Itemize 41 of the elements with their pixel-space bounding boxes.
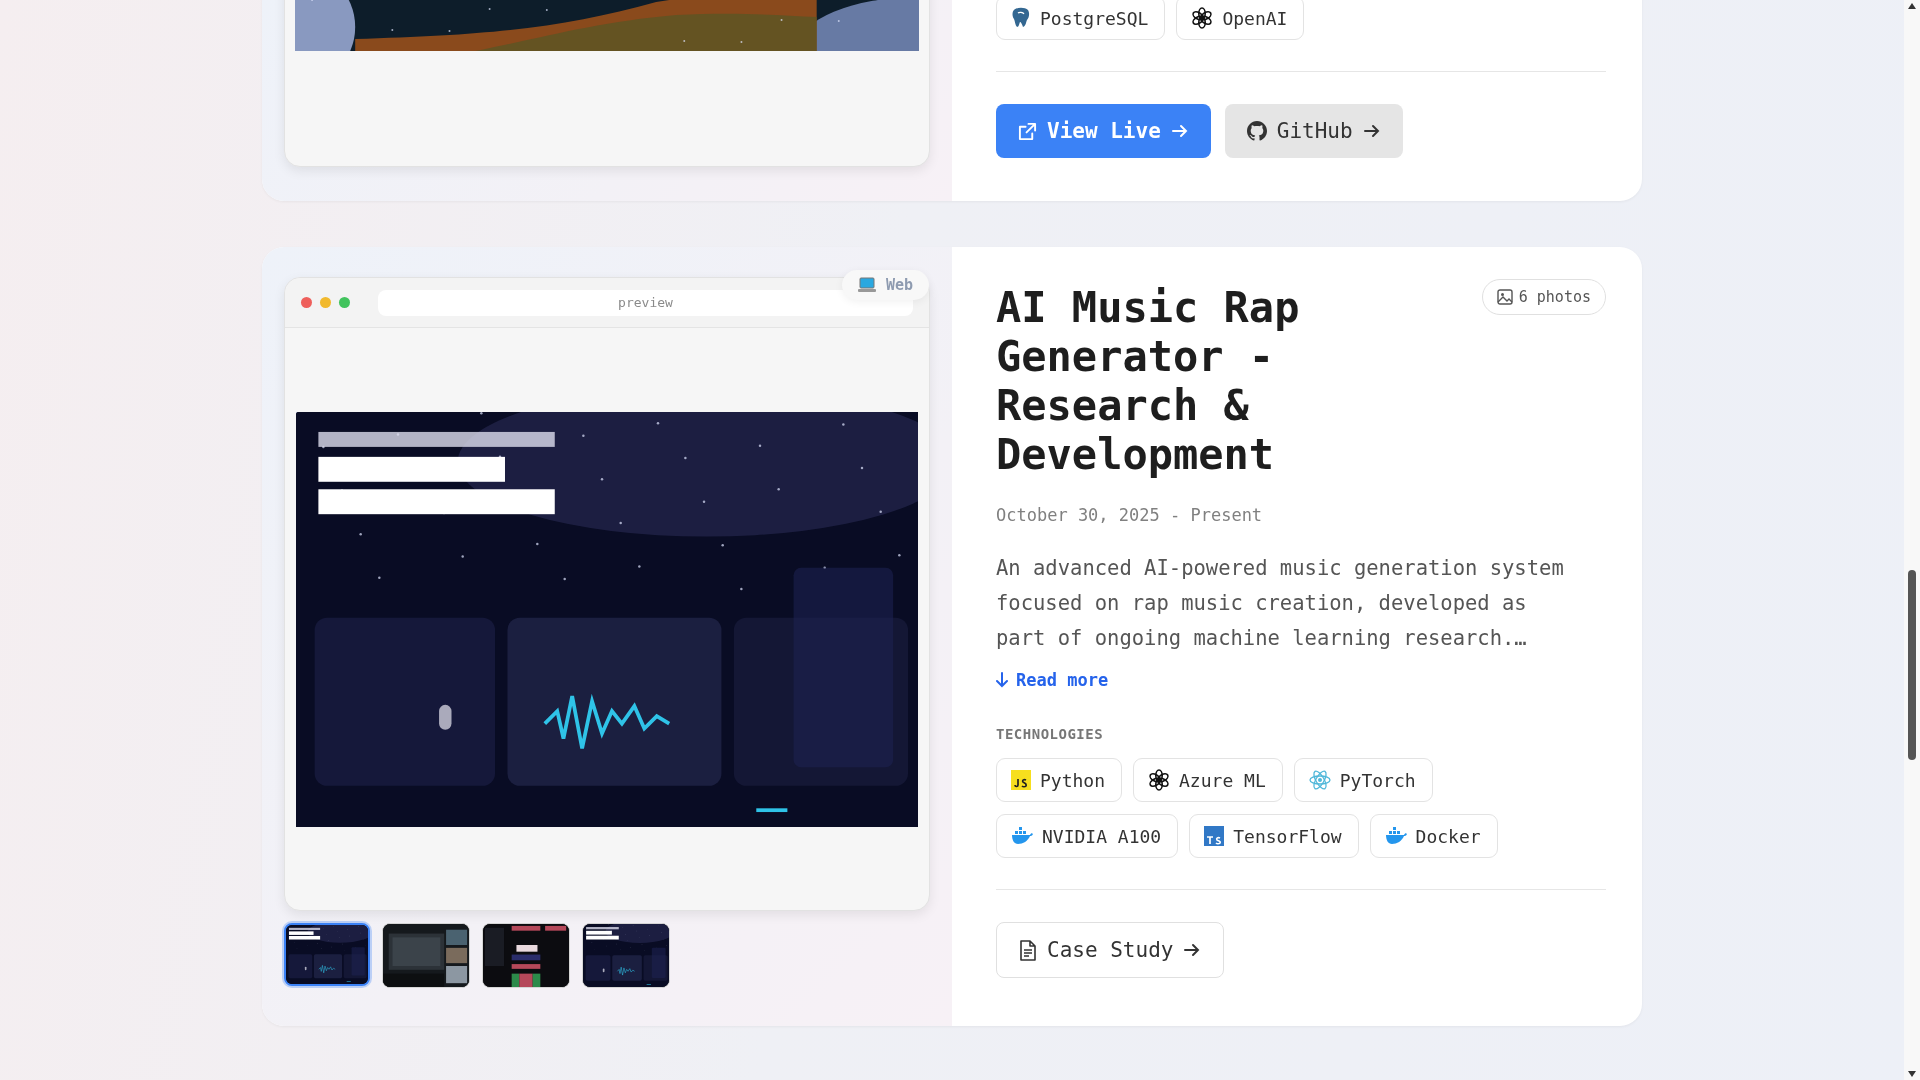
technology-name: TensorFlow: [1233, 825, 1342, 847]
window-control-dot[interactable]: [301, 297, 312, 308]
external-link-icon: [1018, 121, 1037, 141]
project-date: October 30, 2025 - Present: [996, 505, 1264, 525]
project-title: AI Music Rap Generator - Research & Development: [996, 283, 1301, 479]
scroll-down-icon[interactable]: [1908, 1071, 1916, 1077]
arrow-down-icon: [996, 672, 1008, 688]
scrollbar-thumb[interactable]: [1908, 570, 1916, 760]
address-bar: preview: [378, 289, 913, 316]
arrow-right-icon: [1362, 122, 1381, 140]
section-label: TECHNOLOGIES: [996, 726, 1105, 742]
whale-icon: [1011, 827, 1033, 845]
platform-badge: Web: [841, 270, 929, 300]
technology-name: Docker: [1415, 825, 1481, 847]
technology-name: PostgreSQL: [1040, 7, 1149, 29]
technology-name: Azure ML: [1179, 769, 1266, 791]
thumbnail[interactable]: [284, 923, 370, 986]
scroll-up-icon[interactable]: [1908, 3, 1916, 9]
github-button[interactable]: GitHub: [1224, 104, 1403, 158]
scrollbar[interactable]: [1904, 0, 1920, 1080]
case-study-button[interactable]: Case Study: [996, 922, 1225, 978]
whale-icon: [1384, 827, 1407, 845]
laptop-icon: [857, 277, 876, 293]
ts-logo-icon: [1204, 826, 1225, 846]
technology-name: PyTorch: [1339, 769, 1416, 791]
atom-icon: [1308, 769, 1331, 791]
read-more-link[interactable]: Read more: [996, 670, 1109, 690]
arrow-right-icon: [1170, 122, 1189, 140]
arrow-right-icon: [1183, 941, 1202, 959]
document-icon: [1019, 939, 1037, 961]
js-logo-icon: [1011, 770, 1031, 790]
window-control-dot[interactable]: [339, 297, 350, 308]
technology-name: NVIDIA A100: [1042, 825, 1162, 847]
view-live-button[interactable]: View Live: [996, 104, 1211, 158]
github-icon: [1246, 121, 1267, 141]
project-description: An advanced AI-powered music generation system focused on rap music creation, developed as part of ongoing machine learning research.…: [996, 555, 1565, 652]
technology-name: Python: [1040, 769, 1106, 791]
image-icon: [1496, 289, 1513, 305]
photo-count-button[interactable]: 6 photos: [1481, 279, 1606, 315]
technology-name: OpenAI: [1222, 7, 1288, 29]
window-control-dot[interactable]: [320, 297, 331, 308]
